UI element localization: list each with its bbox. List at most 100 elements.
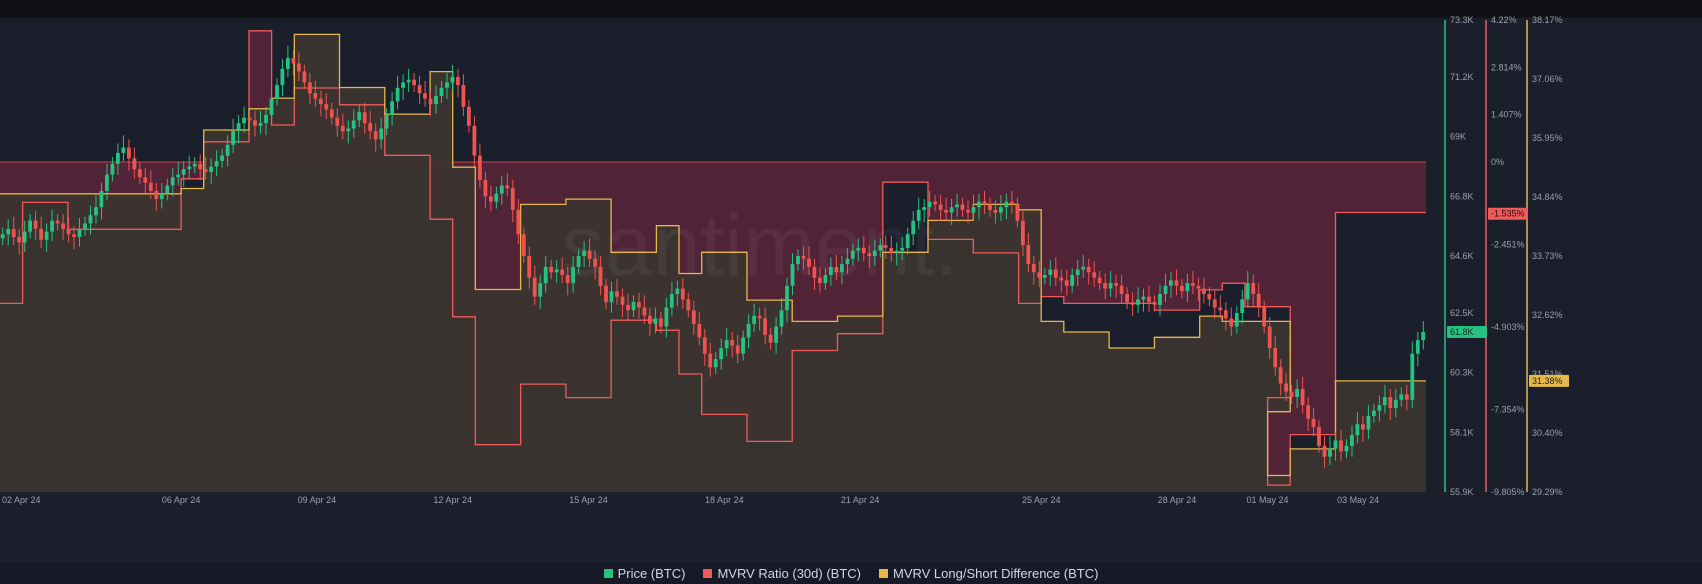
price-candle [1042,275,1047,278]
price-candle [247,117,252,121]
chart-svg: santiment. 02 Apr 24 06 Apr 24 09 Apr 24 12 … [0,15,1702,562]
price-candle [1229,318,1234,327]
price-candle [105,174,109,191]
price-candle [889,247,894,254]
price-candle [236,123,241,132]
price-candle [719,348,724,360]
price-candle [94,207,98,216]
price-candle [1372,410,1376,416]
price-candle [1103,283,1107,289]
longshort-tick-label: 29.29% [1532,487,1563,497]
longshort-tick-label: 33.73% [1532,251,1563,261]
price-tick-label: 55.9K [1450,487,1474,497]
price-candle [132,158,137,170]
price-candle [1092,272,1097,278]
price-candle [1399,394,1404,400]
price-candle [66,228,71,235]
price-candle [1410,353,1415,400]
price-current-label: 61.8K [1450,327,1474,337]
price-candle [565,275,570,284]
price-candle [763,318,767,335]
longshort-tick-label: 37.06% [1532,74,1563,84]
price-candle [1339,440,1343,452]
price-candle [615,291,619,297]
price-candle [713,359,718,368]
longshort-tick-label: 30.40% [1532,428,1563,438]
price-candle [61,223,65,229]
price-candle [275,85,279,99]
mvrv-tick-label: 0% [1491,157,1504,167]
price-candle [55,220,60,224]
legend-swatch-longshort [878,568,888,578]
longshort-current-label: 31.38% [1532,376,1563,386]
price-candle [489,196,493,202]
price-candle [768,334,773,343]
price-candle [1300,388,1305,406]
price-candle [576,256,581,267]
legend-item-price[interactable]: Price (BTC) [603,565,686,581]
price-candle [1163,285,1168,294]
price-candle [1289,391,1294,397]
price-candle [702,337,707,354]
price-candle [609,291,614,303]
legend-label-longshort: MVRV Long/Short Difference (BTC) [892,565,1099,581]
price-candle [1212,299,1217,308]
price-candle [461,85,466,107]
price-candle [691,310,696,324]
price-candle [127,147,131,159]
price-candle [1284,383,1288,392]
price-candle [1218,307,1223,311]
price-candle [1328,448,1332,457]
price-candle [1064,280,1069,286]
price-candle [966,209,970,213]
price-candle [505,185,510,189]
price-candle [637,302,641,308]
x-tick-label: 15 Apr 24 [569,495,608,505]
legend-label-price: Price (BTC) [617,565,686,581]
price-candle [324,104,329,110]
price-candle [538,283,543,297]
price-candle [286,58,290,69]
price-candle [187,166,192,170]
price-candle [845,258,850,265]
price-candle [1158,294,1162,305]
price-candle [176,174,181,178]
price-candle [1344,445,1349,452]
price-candle [110,163,115,175]
price-candle [587,250,592,259]
price-candle [192,163,197,167]
legend-label-mvrv: MVRV Ratio (30d) (BTC) [717,565,861,581]
price-candle [116,152,120,164]
price-candle [308,82,312,94]
price-candle [1382,397,1387,406]
price-candle [1377,405,1382,411]
price-candle [834,266,839,273]
price-candle [379,128,384,140]
mvrv-current-label: -1.535% [1491,209,1525,219]
price-candle [829,266,833,275]
price-candle [1317,426,1321,446]
price-candle [44,231,49,240]
mvrv-tick-label: -2.451% [1491,240,1525,250]
legend-item-mvrv[interactable]: MVRV Ratio (30d) (BTC) [703,566,861,581]
x-tick-label: 01 May 24 [1247,495,1289,505]
price-candle [313,93,318,99]
price-candle [264,114,268,123]
longshort-tick-label: 34.84% [1532,192,1563,202]
price-candle [982,201,987,205]
legend-item-longshort[interactable]: MVRV Long/Short Difference (BTC) [878,565,1099,581]
price-candle [1240,299,1245,313]
price-candle [905,234,910,248]
price-candle [1048,269,1053,275]
price-candle [752,315,756,324]
mvrv-tick-label: -4.903% [1491,322,1525,332]
price-candle [697,323,702,338]
price-candle [1108,283,1113,289]
price-candle [960,204,965,210]
price-candle [83,223,87,229]
price-candle [428,98,433,105]
chart-legend: Price (BTC) MVRV Ratio (30d) (BTC) MVRV … [0,562,1702,584]
legend-swatch-price [603,568,613,578]
price-candle [1262,307,1267,327]
price-candle [1004,201,1009,208]
